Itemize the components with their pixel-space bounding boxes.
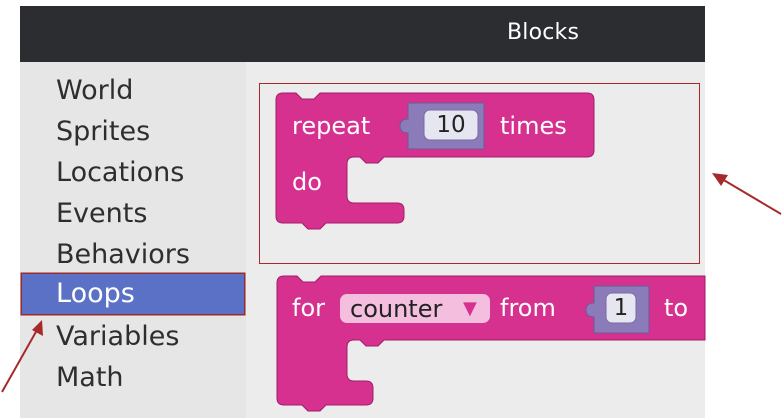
for-keyword: for [292, 294, 325, 322]
sidebar-item-variables[interactable]: Variables [20, 316, 246, 357]
counter-variable-dropdown[interactable]: counter ▼ [340, 294, 490, 323]
sidebar-item-label: World [56, 75, 134, 106]
sidebar-item-label: Math [56, 362, 124, 393]
for-from-label: from [500, 294, 556, 322]
repeat-do-label: do [292, 168, 322, 196]
sidebar-item-label: Events [56, 198, 148, 229]
sidebar-item-math[interactable]: Math [20, 357, 246, 398]
header-bar: Blocks [20, 6, 705, 62]
arrow-to-repeat-block [712, 173, 782, 215]
sidebar-item-label: Locations [56, 157, 185, 188]
counter-variable-label: counter [350, 295, 443, 323]
sidebar-item-label: Loops [56, 278, 135, 309]
sidebar-item-loops[interactable]: Loops [22, 274, 244, 314]
repeat-keyword: repeat [292, 112, 371, 140]
for-to-label: to [664, 294, 689, 322]
sidebar-item-label: Behaviors [56, 239, 190, 270]
sidebar-item-label: Sprites [56, 116, 151, 147]
sidebar-item-world[interactable]: World [20, 70, 246, 111]
sidebar-item-sprites[interactable]: Sprites [20, 111, 246, 152]
sidebar-item-events[interactable]: Events [20, 193, 246, 234]
sidebar-item-behaviors[interactable]: Behaviors [20, 234, 246, 275]
for-start-value[interactable]: 1 [606, 294, 636, 322]
repeat-times-label: times [500, 112, 567, 140]
blocks-editor: Blocks World Sprites Locations Events Be… [0, 0, 783, 418]
header-title: Blocks [507, 20, 580, 45]
sidebar-item-label: Variables [56, 321, 180, 352]
sidebar-item-locations[interactable]: Locations [20, 152, 246, 193]
dropdown-arrow-icon: ▼ [463, 298, 477, 319]
category-sidebar: World Sprites Locations Events Behaviors… [20, 62, 246, 418]
highlight-frame [259, 83, 700, 264]
repeat-count-value[interactable]: 10 [424, 111, 478, 139]
